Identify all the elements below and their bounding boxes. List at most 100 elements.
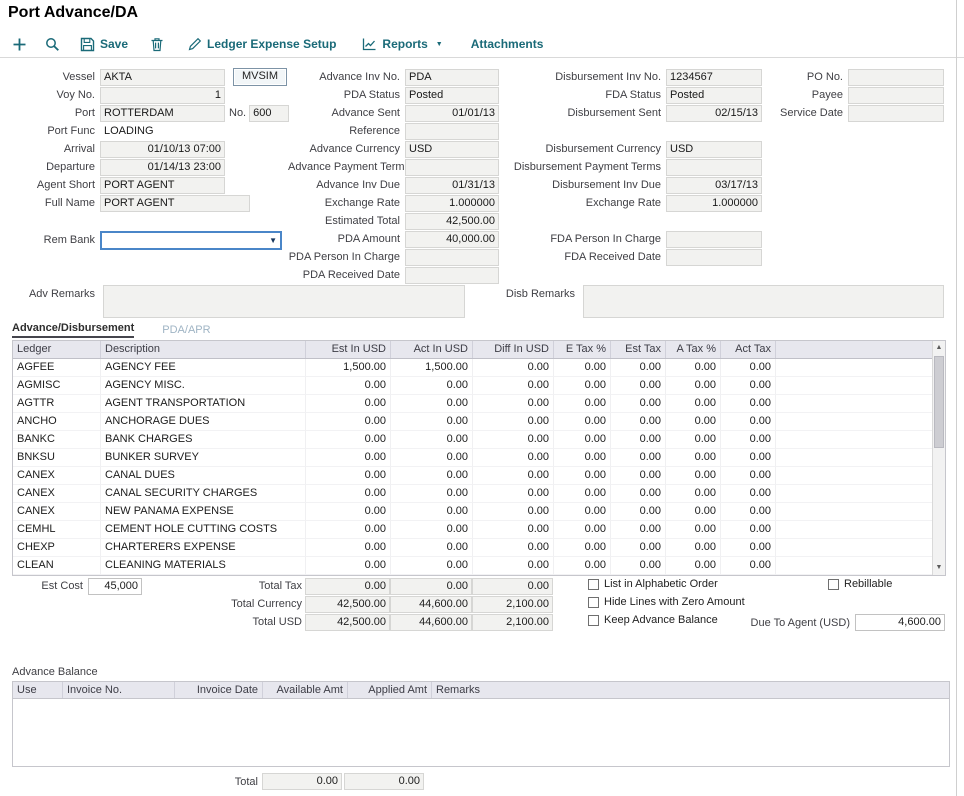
pda-person-in-charge-field[interactable] <box>405 249 499 266</box>
cell-est-in-usd: 0.00 <box>306 485 391 503</box>
port-field[interactable]: ROTTERDAM <box>100 105 225 122</box>
cell-filler <box>776 467 932 485</box>
ledger-table-row[interactable]: CEMHL CEMENT HOLE CUTTING COSTS 0.00 0.0… <box>13 521 932 539</box>
payee-field[interactable] <box>848 87 944 104</box>
ledger-table-row[interactable]: CANEX NEW PANAMA EXPENSE 0.00 0.00 0.00 … <box>13 503 932 521</box>
est-cost-field[interactable]: 45,000 <box>88 578 142 595</box>
delete-button[interactable] <box>150 37 164 52</box>
search-button[interactable] <box>45 37 60 52</box>
disbursement-inv-due-field[interactable]: 03/17/13 <box>666 177 762 194</box>
col-header-est-in-usd[interactable]: Est In USD <box>306 341 391 358</box>
advance-inv-due-field[interactable]: 01/31/13 <box>405 177 499 194</box>
disbursement-currency-field[interactable]: USD <box>666 141 762 158</box>
col-header-diff-in-usd[interactable]: Diff In USD <box>473 341 554 358</box>
ledger-table-row[interactable]: ANCHO ANCHORAGE DUES 0.00 0.00 0.00 0.00… <box>13 413 932 431</box>
checkbox-keep-advance-balance[interactable]: Keep Advance Balance <box>588 614 718 626</box>
cell-filler <box>776 449 932 467</box>
col-header-est-tax[interactable]: Est Tax <box>611 341 666 358</box>
col-header-description[interactable]: Description <box>101 341 306 358</box>
col-header-ledger[interactable]: Ledger <box>13 341 101 358</box>
col-header-e-tax-pct[interactable]: E Tax % <box>554 341 611 358</box>
ledger-table-row[interactable]: CHEXP CHARTERERS EXPENSE 0.00 0.00 0.00 … <box>13 539 932 557</box>
port-no-label: No. <box>229 107 246 119</box>
rem-bank-dropdown[interactable]: ▼ <box>100 231 282 250</box>
cell-diff-in-usd: 0.00 <box>473 431 554 449</box>
checkbox-list-alphabetic[interactable]: List in Alphabetic Order <box>588 578 718 590</box>
col-header-act-tax[interactable]: Act Tax <box>721 341 776 358</box>
voy-no-label: Voy No. <box>10 89 100 101</box>
save-button[interactable]: Save <box>80 37 128 52</box>
pda-amount-field[interactable]: 40,000.00 <box>405 231 499 248</box>
cell-a-tax-pct: 0.00 <box>666 485 721 503</box>
service-date-field[interactable] <box>848 105 944 122</box>
cell-act-in-usd: 0.00 <box>391 449 473 467</box>
ledger-table-row[interactable]: BANKC BANK CHARGES 0.00 0.00 0.00 0.00 0… <box>13 431 932 449</box>
reference-field[interactable] <box>405 123 499 140</box>
cell-act-in-usd: 0.00 <box>391 503 473 521</box>
departure-field[interactable]: 01/14/13 23:00 <box>100 159 225 176</box>
full-name-field[interactable]: PORT AGENT <box>100 195 250 212</box>
cell-diff-in-usd: 0.00 <box>473 395 554 413</box>
disbursement-exchange-rate-label: Exchange Rate <box>508 197 666 209</box>
attachments-button[interactable]: Attachments <box>471 37 544 51</box>
fda-status-field[interactable]: Posted <box>666 87 762 104</box>
fda-person-in-charge-field[interactable] <box>666 231 762 248</box>
reports-button[interactable]: Reports▼ <box>362 37 442 51</box>
po-no-field[interactable] <box>848 69 944 86</box>
plus-icon <box>12 37 27 52</box>
tab-pda-apr[interactable]: PDA/APR <box>162 324 210 338</box>
tab-advance-disbursement[interactable]: Advance/Disbursement <box>12 322 134 338</box>
disbursement-exchange-rate-field[interactable]: 1.000000 <box>666 195 762 212</box>
cell-filler <box>776 557 932 575</box>
ledger-table-row[interactable]: CANEX CANAL SECURITY CHARGES 0.00 0.00 0… <box>13 485 932 503</box>
port-no-field[interactable]: 600 <box>249 105 289 122</box>
vessel-code-button[interactable]: MVSIM <box>233 68 287 86</box>
advance-sent-field[interactable]: 01/01/13 <box>405 105 499 122</box>
cell-est-tax: 0.00 <box>611 557 666 575</box>
advance-currency-field[interactable]: USD <box>405 141 499 158</box>
ledger-table-row[interactable]: BNKSU BUNKER SURVEY 0.00 0.00 0.00 0.00 … <box>13 449 932 467</box>
col-header-invoice-date[interactable]: Invoice Date <box>175 682 263 698</box>
pda-person-in-charge-label: PDA Person In Charge <box>288 251 405 263</box>
scroll-up-icon[interactable]: ▲ <box>933 341 945 355</box>
advance-exchange-rate-label: Exchange Rate <box>288 197 405 209</box>
attachments-label: Attachments <box>471 37 544 51</box>
pda-received-date-field[interactable] <box>405 267 499 284</box>
agent-short-field[interactable]: PORT AGENT <box>100 177 225 194</box>
trash-icon <box>150 37 164 52</box>
add-button[interactable] <box>12 37 27 52</box>
scroll-thumb[interactable] <box>934 356 944 448</box>
col-header-act-in-usd[interactable]: Act In USD <box>391 341 473 358</box>
pda-status-field[interactable]: Posted <box>405 87 499 104</box>
checkbox-rebillable[interactable]: Rebillable <box>828 578 892 590</box>
disb-remarks-field[interactable] <box>583 285 944 318</box>
col-header-available-amt[interactable]: Available Amt <box>263 682 348 698</box>
ledger-table-row[interactable]: AGTTR AGENT TRANSPORTATION 0.00 0.00 0.0… <box>13 395 932 413</box>
adv-remarks-field[interactable] <box>103 285 465 318</box>
ledger-table-row[interactable]: AGMISC AGENCY MISC. 0.00 0.00 0.00 0.00 … <box>13 377 932 395</box>
arrival-field[interactable]: 01/10/13 07:00 <box>100 141 225 158</box>
col-header-a-tax-pct[interactable]: A Tax % <box>666 341 721 358</box>
vertical-scrollbar[interactable]: ▲ ▼ <box>932 341 945 575</box>
disbursement-sent-field[interactable]: 02/15/13 <box>666 105 762 122</box>
checkbox-hide-zero-lines[interactable]: Hide Lines with Zero Amount <box>588 596 745 608</box>
col-header-remarks[interactable]: Remarks <box>432 682 949 698</box>
disbursement-inv-no-field[interactable]: 1234567 <box>666 69 762 86</box>
col-header-applied-amt[interactable]: Applied Amt <box>348 682 432 698</box>
ledger-table-row[interactable]: CLEAN CLEANING MATERIALS 0.00 0.00 0.00 … <box>13 557 932 575</box>
fda-received-date-field[interactable] <box>666 249 762 266</box>
col-header-invoice-no[interactable]: Invoice No. <box>63 682 175 698</box>
advance-payment-terms-field[interactable] <box>405 159 499 176</box>
voy-no-field[interactable]: 1 <box>100 87 225 104</box>
advance-exchange-rate-field[interactable]: 1.000000 <box>405 195 499 212</box>
advance-inv-no-field[interactable]: PDA <box>405 69 499 86</box>
scroll-down-icon[interactable]: ▼ <box>933 561 945 575</box>
ledger-expense-setup-button[interactable]: Ledger Expense Setup <box>188 37 336 51</box>
disbursement-payment-terms-field[interactable] <box>666 159 762 176</box>
col-header-use[interactable]: Use <box>13 682 63 698</box>
cell-filler <box>776 431 932 449</box>
cell-description: CANAL DUES <box>101 467 306 485</box>
ledger-table-row[interactable]: CANEX CANAL DUES 0.00 0.00 0.00 0.00 0.0… <box>13 467 932 485</box>
vessel-field[interactable]: AKTA <box>100 69 225 86</box>
ledger-table-row[interactable]: AGFEE AGENCY FEE 1,500.00 1,500.00 0.00 … <box>13 359 932 377</box>
